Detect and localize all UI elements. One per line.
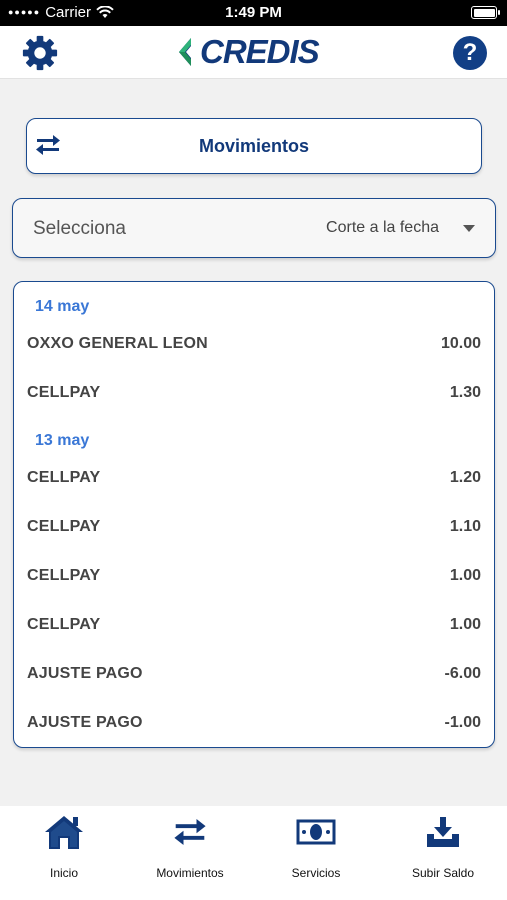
- movement-amount: 1.10: [449, 518, 481, 535]
- status-time: 1:49 PM: [225, 4, 282, 21]
- list-item[interactable]: AJUSTE PAGO -6.00: [27, 665, 481, 685]
- transfer-arrows-icon: [174, 819, 206, 845]
- help-button[interactable]: ?: [453, 36, 487, 70]
- movement-name: CELLPAY: [27, 384, 101, 401]
- movimientos-header-card: Movimientos: [26, 118, 482, 174]
- select-value: Corte a la fecha: [326, 219, 439, 236]
- tab-label: Subir Saldo: [411, 866, 475, 880]
- movement-name: CELLPAY: [27, 616, 101, 633]
- list-item[interactable]: CELLPAY 1.30: [27, 384, 481, 404]
- movement-amount: -1.00: [444, 714, 481, 731]
- tab-label: Inicio: [49, 866, 78, 880]
- period-select[interactable]: Selecciona Corte a la fecha: [12, 198, 496, 258]
- movement-name: CELLPAY: [27, 567, 101, 584]
- credis-logo-mark-icon: [179, 38, 191, 66]
- movements-list: 14 may OXXO GENERAL LEON 10.00 CELLPAY 1…: [13, 281, 495, 748]
- app-screen: ●●●●● Carrier 1:49 PM CREDIS ? Movimient…: [0, 0, 507, 900]
- tab-movimientos[interactable]: Movimientos: [127, 806, 253, 900]
- tab-label: Servicios: [291, 866, 341, 880]
- app-header: CREDIS ?: [0, 26, 507, 79]
- gear-icon[interactable]: [21, 34, 59, 72]
- list-item[interactable]: CELLPAY 1.10: [27, 518, 481, 538]
- bottom-tab-bar: Inicio Movimientos Servicios Subir Saldo: [0, 806, 507, 900]
- list-item[interactable]: AJUSTE PAGO -1.00: [27, 714, 481, 734]
- chevron-down-icon: [463, 225, 475, 232]
- logo-text: CREDIS: [200, 33, 320, 70]
- movement-name: AJUSTE PAGO: [27, 665, 143, 682]
- movement-amount: 10.00: [440, 335, 481, 352]
- home-icon: [45, 816, 83, 849]
- movement-amount: 1.00: [449, 567, 481, 584]
- tab-servicios[interactable]: Servicios: [253, 806, 379, 900]
- battery-icon: [471, 6, 500, 19]
- list-item[interactable]: CELLPAY 1.00: [27, 567, 481, 587]
- movement-amount: 1.30: [449, 384, 481, 401]
- credis-logo: CREDIS: [176, 32, 320, 72]
- list-item[interactable]: CELLPAY 1.20: [27, 469, 481, 489]
- tab-subir-saldo[interactable]: Subir Saldo: [380, 806, 506, 900]
- list-item[interactable]: OXXO GENERAL LEON 10.00: [27, 335, 481, 355]
- tab-inicio[interactable]: Inicio: [1, 806, 127, 900]
- tab-label: Movimientos: [156, 866, 224, 880]
- download-tray-icon: [427, 817, 459, 847]
- select-label: Selecciona: [33, 218, 126, 239]
- movement-amount: 1.00: [449, 616, 481, 633]
- movement-name: CELLPAY: [27, 518, 101, 535]
- movement-amount: -6.00: [444, 665, 481, 682]
- list-item[interactable]: CELLPAY 1.00: [27, 616, 481, 636]
- movement-amount: 1.20: [449, 469, 481, 486]
- date-header: 13 may: [35, 432, 90, 449]
- movement-name: AJUSTE PAGO: [27, 714, 143, 731]
- status-bar: ●●●●● Carrier 1:49 PM: [0, 0, 507, 26]
- banknote-icon: [296, 819, 336, 845]
- movement-name: OXXO GENERAL LEON: [27, 335, 208, 352]
- date-header: 14 may: [35, 298, 90, 315]
- movimientos-title: Movimientos: [198, 136, 309, 156]
- movement-name: CELLPAY: [27, 469, 101, 486]
